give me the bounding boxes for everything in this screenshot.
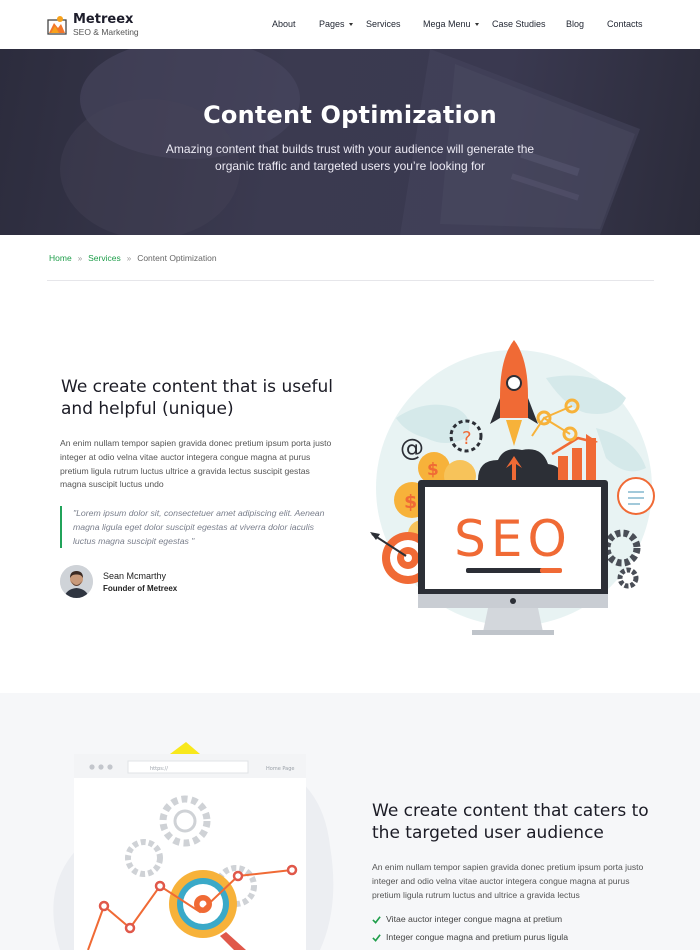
chevron-down-icon	[348, 23, 353, 27]
browser-tab: Home Page	[266, 766, 294, 772]
breadcrumb-current: Content Optimization	[137, 253, 217, 263]
nav-item-label: Contacts	[607, 19, 643, 29]
hero-subtitle: Amazing content that builds trust with y…	[165, 142, 535, 173]
svg-text:?: ?	[462, 428, 472, 449]
logo-icon	[47, 16, 67, 35]
nav-item-label: Mega Menu	[423, 19, 471, 29]
seo-illustration: ? @ $ $ SEO	[370, 340, 655, 635]
svg-text:$: $	[427, 460, 439, 480]
browser-url: https://	[150, 766, 168, 772]
nav-item-case-studies[interactable]: Case Studies	[492, 19, 546, 29]
hero-banner: Content Optimization Amazing content tha…	[0, 49, 700, 235]
author-block: Sean Mcmarthy Founder of Metreex	[60, 565, 177, 598]
svg-text:@: @	[400, 434, 424, 462]
avatar	[60, 565, 93, 598]
checkmark-icon	[372, 915, 381, 924]
chevron-down-icon	[474, 23, 479, 27]
brand-tagline: SEO & Marketing	[73, 27, 139, 38]
list-item-text: Integer congue magna and pretium purus l…	[386, 932, 569, 942]
divider	[47, 280, 654, 281]
analytics-illustration: https:// Home Page	[53, 742, 334, 950]
list-item: Vitae auctor integer congue magna at pre…	[372, 910, 568, 928]
nav-item-contacts[interactable]: Contacts	[607, 19, 643, 29]
list-item-text: Vitae auctor integer congue magna at pre…	[386, 914, 563, 924]
site-header: Metreex SEO & Marketing About Pages Serv…	[0, 0, 700, 49]
nav-item-label: Case Studies	[492, 19, 546, 29]
logo[interactable]: Metreex SEO & Marketing	[47, 12, 139, 38]
blockquote: "Lorem ipsum dolor sit, consectetuer ame…	[60, 506, 332, 548]
breadcrumb-separator: »	[77, 253, 83, 263]
feature-list: Vitae auctor integer congue magna at pre…	[372, 910, 568, 946]
nav-item-label: About	[272, 19, 296, 29]
nav-item-mega-menu[interactable]: Mega Menu	[423, 19, 479, 29]
section1-body: An enim nullam tempor sapien gravida don…	[60, 438, 332, 490]
nav-item-label: Pages	[319, 19, 345, 29]
nav-item-about[interactable]: About	[272, 19, 296, 29]
svg-text:$: $	[404, 491, 417, 513]
section2-body: An enim nullam tempor sapien gravida don…	[372, 862, 644, 900]
nav-item-pages[interactable]: Pages	[319, 19, 353, 29]
checkmark-icon	[372, 933, 381, 942]
breadcrumb-home-link[interactable]: Home	[49, 253, 72, 263]
breadcrumb-separator: »	[126, 253, 132, 263]
nav-item-label: Services	[366, 19, 401, 29]
brand-name: Metreex	[73, 12, 134, 28]
section1-title: We create content that is useful and hel…	[61, 377, 334, 419]
nav-item-label: Blog	[566, 19, 585, 29]
seo-screen-text: SEO	[454, 510, 572, 568]
author-name: Sean Mcmarthy	[103, 570, 167, 581]
page-title: Content Optimization	[203, 101, 497, 129]
breadcrumb-services-link[interactable]: Services	[88, 253, 121, 263]
list-item: Integer congue magna and pretium purus l…	[372, 928, 568, 946]
nav-item-blog[interactable]: Blog	[566, 19, 584, 29]
author-role: Founder of Metreex	[103, 583, 178, 593]
section2-title: We create content that caters to the tar…	[372, 801, 649, 843]
breadcrumb: Home » Services » Content Optimization	[49, 253, 217, 263]
nav-item-services[interactable]: Services	[366, 19, 401, 29]
